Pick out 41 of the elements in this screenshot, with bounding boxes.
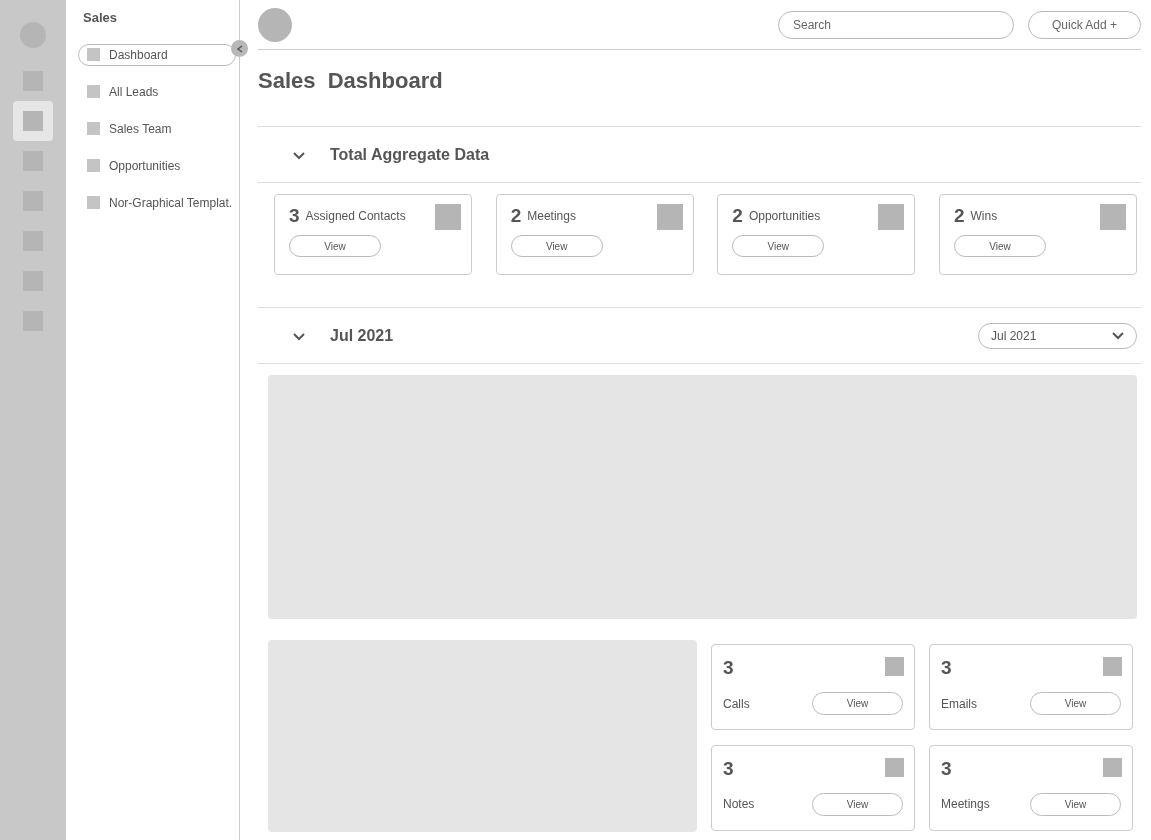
stat-count: 2 [732, 203, 743, 228]
stat-label: Opportunities [748, 208, 821, 225]
stat-count: 2 [953, 203, 965, 228]
stat-label: Notes [723, 796, 755, 813]
section-heading: Total Aggregate Data [330, 144, 490, 165]
placeholder-icon [885, 657, 904, 676]
stat-count: 3 [941, 756, 952, 781]
placeholder-icon [435, 204, 461, 230]
chevron-icon [1112, 331, 1124, 340]
stat-count: 3 [723, 756, 734, 781]
placeholder-icon [1103, 657, 1122, 676]
page-title: Sales Dashboard [258, 67, 444, 95]
placeholder-icon [1103, 757, 1122, 777]
placeholder-icon [885, 757, 904, 777]
stat-label: Emails [941, 695, 977, 713]
sidebar-item[interactable]: Sales Team [78, 117, 236, 140]
sidebar-item[interactable]: Opportunities [78, 154, 236, 177]
stat-count: 3 [941, 656, 952, 680]
stat-count: 3 [289, 203, 300, 228]
chevron-icon[interactable] [292, 149, 306, 160]
chevron-icon[interactable] [292, 330, 306, 341]
stat-label: Meetings [527, 208, 576, 225]
rail-item[interactable] [13, 101, 53, 141]
stat-label: Calls [723, 695, 750, 713]
placeholder-icon [878, 204, 905, 230]
collapse-button[interactable] [231, 40, 248, 57]
placeholder-icon [1099, 204, 1126, 230]
sidebar-item[interactable]: All Leads [78, 80, 236, 103]
sidebar-title: Sales [83, 9, 118, 27]
stat-label: Meetings [941, 796, 990, 813]
stat-label: Wins [970, 208, 998, 225]
search-field[interactable]: Search [778, 10, 1014, 39]
stat-label: Assigned Contacts [305, 208, 406, 225]
view-button[interactable]: View [1030, 792, 1121, 816]
stat-count: 2 [510, 203, 522, 228]
avatar-icon[interactable] [258, 7, 292, 42]
sidebar-item[interactable]: Nor-Graphical Templat. [78, 191, 236, 214]
placeholder-icon [656, 204, 683, 230]
stat-count: 3 [723, 656, 734, 680]
section-heading: Jul 2021 [330, 325, 394, 346]
caret-icon [235, 44, 244, 53]
